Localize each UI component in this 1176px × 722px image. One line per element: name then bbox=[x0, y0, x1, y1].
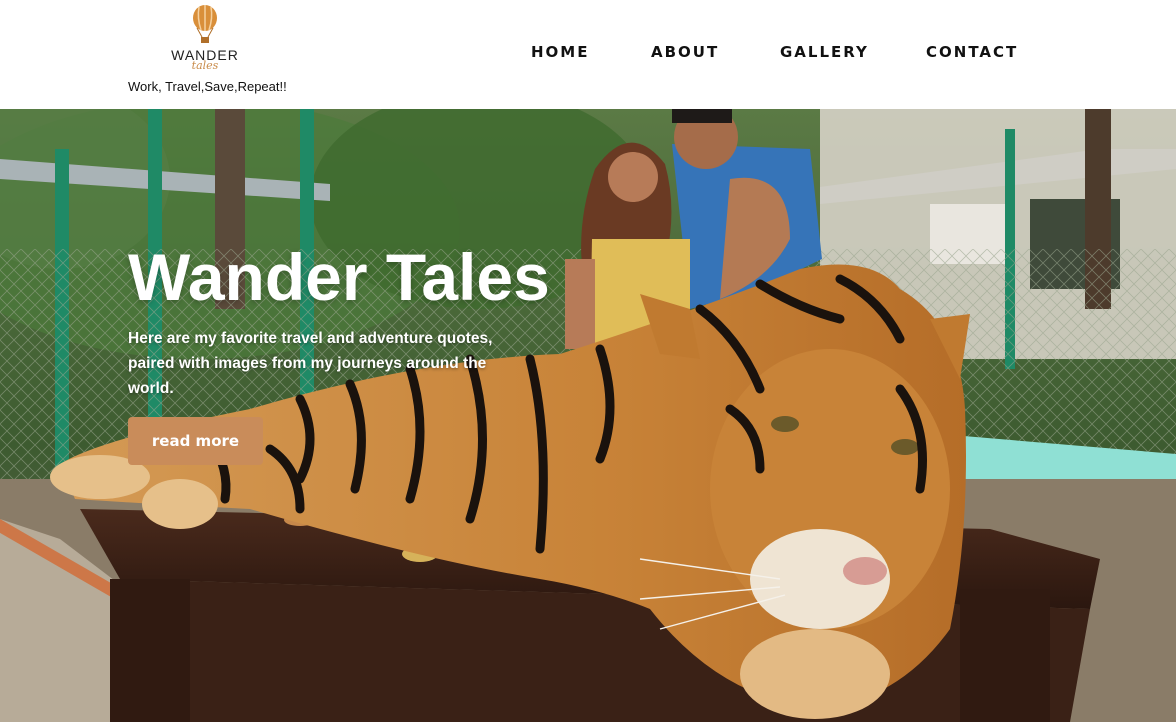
nav-home[interactable]: HOME bbox=[531, 43, 589, 61]
nav-gallery[interactable]: GALLERY bbox=[780, 43, 869, 61]
nav-about[interactable]: ABOUT bbox=[651, 43, 719, 61]
nav-contact[interactable]: CONTACT bbox=[926, 43, 1018, 61]
hero-subtitle: Here are my favorite travel and adventur… bbox=[128, 330, 493, 397]
site-header: WANDER tales Work, Travel,Save,Repeat!! … bbox=[0, 0, 1176, 109]
hero-background-image bbox=[0, 109, 1176, 722]
read-more-button[interactable]: read more bbox=[128, 417, 263, 465]
wander-tales-logo[interactable]: WANDER tales bbox=[160, 4, 250, 76]
hot-air-balloon-icon bbox=[193, 5, 217, 43]
hero-title: Wander Tales bbox=[128, 240, 550, 314]
hero-section: Wander Tales Here are my favorite travel… bbox=[0, 109, 1176, 722]
site-tagline: Work, Travel,Save,Repeat!! bbox=[128, 79, 287, 94]
main-nav: HOME ABOUT GALLERY CONTACT bbox=[0, 43, 1176, 63]
